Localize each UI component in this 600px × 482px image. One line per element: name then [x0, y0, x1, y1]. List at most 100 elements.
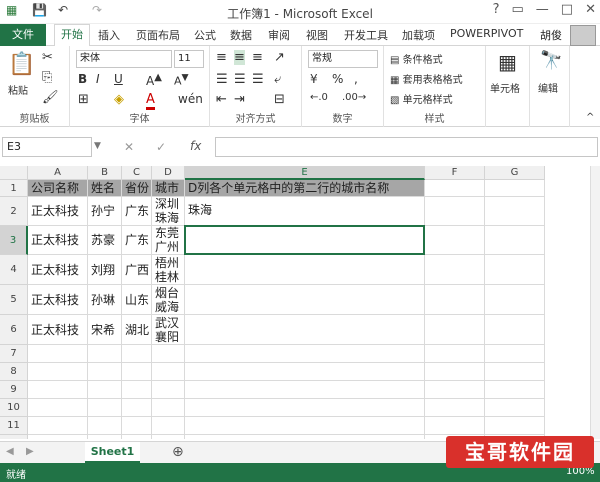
- cell-E10[interactable]: [185, 399, 425, 417]
- cell-B10[interactable]: [88, 399, 122, 417]
- cell-F10[interactable]: [425, 399, 485, 417]
- cell-E5[interactable]: [185, 285, 425, 315]
- cell-C12[interactable]: [122, 435, 152, 439]
- cell-E12[interactable]: [185, 435, 425, 439]
- column-header-D[interactable]: D: [152, 166, 185, 180]
- increase-decimal-icon[interactable]: ←.0: [310, 92, 328, 103]
- cell-C5[interactable]: 山东: [122, 285, 152, 315]
- decrease-indent-icon[interactable]: ⇤: [216, 92, 227, 107]
- name-box-dropdown-icon[interactable]: ▼: [94, 141, 101, 151]
- cell-G6[interactable]: [485, 315, 545, 345]
- align-right-icon[interactable]: ☰: [252, 72, 264, 87]
- cell-C7[interactable]: [122, 345, 152, 363]
- column-header-B[interactable]: B: [88, 166, 122, 180]
- maximize-button[interactable]: □: [561, 2, 573, 17]
- select-all-corner[interactable]: [0, 166, 28, 180]
- cell-C10[interactable]: [122, 399, 152, 417]
- currency-icon[interactable]: ¥: [310, 72, 318, 86]
- cell-B7[interactable]: [88, 345, 122, 363]
- cell-styles-button[interactable]: ▧ 单元格样式: [390, 91, 453, 106]
- cell-D12[interactable]: [152, 435, 185, 439]
- cell-F3[interactable]: [425, 226, 485, 255]
- cell-G10[interactable]: [485, 399, 545, 417]
- cell-A7[interactable]: [28, 345, 88, 363]
- cell-E3[interactable]: [185, 226, 425, 255]
- cell-F8[interactable]: [425, 363, 485, 381]
- formula-input[interactable]: [215, 137, 598, 157]
- cell-G8[interactable]: [485, 363, 545, 381]
- cell-D4[interactable]: 梧州 桂林: [152, 255, 185, 285]
- tab-powerpivot[interactable]: POWERPIVOT: [450, 27, 523, 40]
- cell-G1[interactable]: [485, 180, 545, 197]
- cell-E1[interactable]: D列各个单元格中的第二行的城市名称: [185, 180, 425, 197]
- cell-F5[interactable]: [425, 285, 485, 315]
- tab-review[interactable]: 审阅: [268, 27, 290, 43]
- column-header-C[interactable]: C: [122, 166, 152, 180]
- cell-D2[interactable]: 深圳 珠海: [152, 197, 185, 226]
- column-header-F[interactable]: F: [425, 166, 485, 180]
- row-header-11[interactable]: 11: [0, 417, 28, 435]
- cell-A8[interactable]: [28, 363, 88, 381]
- row-header-9[interactable]: 9: [0, 381, 28, 399]
- cell-F1[interactable]: [425, 180, 485, 197]
- cell-E9[interactable]: [185, 381, 425, 399]
- percent-icon[interactable]: %: [332, 72, 343, 86]
- row-header-12[interactable]: 12: [0, 435, 28, 439]
- insert-function-icon[interactable]: fx: [190, 139, 201, 153]
- grow-font-icon[interactable]: A▲: [146, 72, 162, 88]
- row-header-6[interactable]: 6: [0, 315, 28, 345]
- align-left-icon[interactable]: ☰: [216, 72, 228, 87]
- cells-button[interactable]: 单元格: [490, 80, 520, 95]
- cell-C3[interactable]: 广东: [122, 226, 152, 255]
- editing-button[interactable]: 编辑: [538, 80, 558, 95]
- cell-A4[interactable]: 正太科技: [28, 255, 88, 285]
- cell-B1[interactable]: 姓名: [88, 180, 122, 197]
- row-header-3[interactable]: 3: [0, 226, 28, 255]
- cell-E6[interactable]: [185, 315, 425, 345]
- cell-D6[interactable]: 武汉 襄阳: [152, 315, 185, 345]
- cell-F4[interactable]: [425, 255, 485, 285]
- align-center-icon[interactable]: ☰: [234, 72, 246, 87]
- wrap-text-icon[interactable]: ⤶: [274, 72, 281, 87]
- shrink-font-icon[interactable]: A▼: [174, 72, 189, 88]
- cell-C11[interactable]: [122, 417, 152, 435]
- cell-G4[interactable]: [485, 255, 545, 285]
- comma-icon[interactable]: ,: [354, 72, 358, 86]
- column-header-G[interactable]: G: [485, 166, 545, 180]
- cell-A11[interactable]: [28, 417, 88, 435]
- cell-D10[interactable]: [152, 399, 185, 417]
- cell-E2[interactable]: 珠海: [185, 197, 425, 226]
- row-header-1[interactable]: 1: [0, 180, 28, 197]
- align-middle-icon[interactable]: ≡: [234, 50, 245, 65]
- increase-indent-icon[interactable]: ⇥: [234, 92, 245, 107]
- help-icon[interactable]: ?: [493, 2, 500, 17]
- cell-D8[interactable]: [152, 363, 185, 381]
- cell-G11[interactable]: [485, 417, 545, 435]
- cell-G9[interactable]: [485, 381, 545, 399]
- row-header-7[interactable]: 7: [0, 345, 28, 363]
- next-sheet-icon[interactable]: ▶: [26, 446, 34, 457]
- name-box[interactable]: E3: [2, 137, 92, 157]
- cell-C8[interactable]: [122, 363, 152, 381]
- cell-A2[interactable]: 正太科技: [28, 197, 88, 226]
- format-as-table-button[interactable]: ▦ 套用表格格式: [390, 71, 463, 86]
- font-color-icon[interactable]: A: [146, 92, 155, 110]
- cell-B2[interactable]: 孙宁: [88, 197, 122, 226]
- column-header-E[interactable]: E: [185, 166, 425, 180]
- cell-E8[interactable]: [185, 363, 425, 381]
- cell-D11[interactable]: [152, 417, 185, 435]
- prev-sheet-icon[interactable]: ◀: [6, 446, 14, 457]
- cell-B3[interactable]: 苏豪: [88, 226, 122, 255]
- cell-E7[interactable]: [185, 345, 425, 363]
- worksheet-grid[interactable]: ABCDEFG 123456789101112 公司名称姓名省份城市D列各个单元…: [0, 166, 590, 439]
- cell-A6[interactable]: 正太科技: [28, 315, 88, 345]
- cell-B4[interactable]: 刘翔: [88, 255, 122, 285]
- format-painter-icon[interactable]: 🖌: [42, 90, 59, 105]
- cell-C9[interactable]: [122, 381, 152, 399]
- row-header-4[interactable]: 4: [0, 255, 28, 285]
- user-name[interactable]: 胡俊: [540, 27, 562, 43]
- minimize-button[interactable]: —: [536, 2, 549, 17]
- align-top-icon[interactable]: ≡: [216, 50, 227, 65]
- ribbon-options-icon[interactable]: ▭: [512, 2, 524, 17]
- sheet-tab[interactable]: Sheet1: [85, 442, 140, 463]
